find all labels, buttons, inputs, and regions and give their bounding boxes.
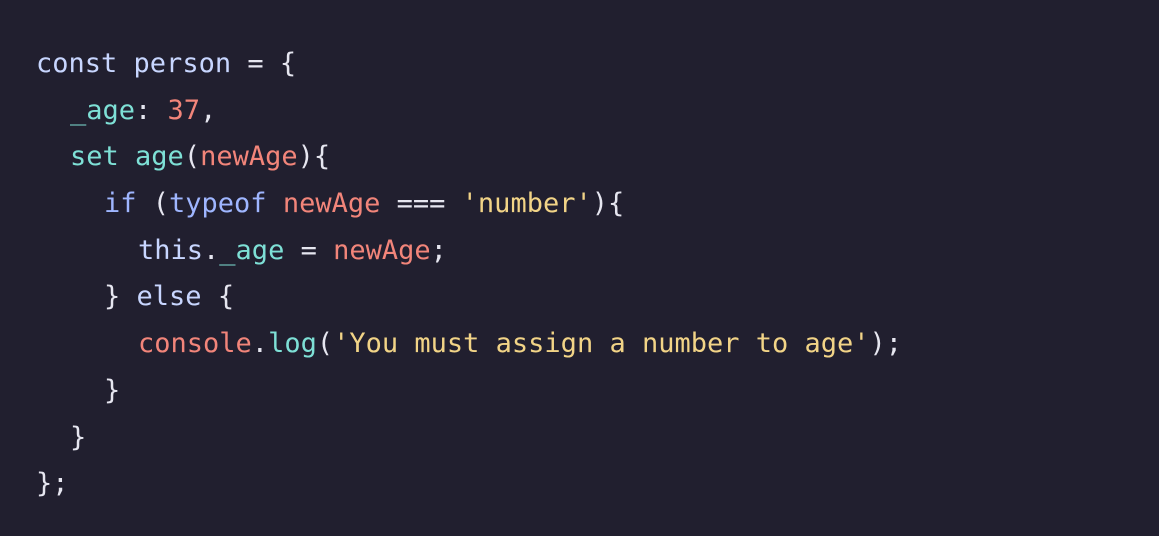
code-line-1: const person = {	[36, 41, 1159, 88]
semicolon: ;	[430, 234, 447, 266]
open-paren: (	[316, 328, 334, 360]
assigned-param: newAge	[333, 234, 431, 266]
this-keyword: this	[138, 234, 204, 266]
code-line-2: _age: 37,	[36, 88, 1159, 135]
code-line-6: } else {	[36, 274, 1159, 321]
open-brace: {	[217, 281, 235, 313]
const-keyword: const	[36, 48, 118, 79]
setter-name: age	[135, 141, 184, 173]
close-paren-brace: ){	[297, 141, 331, 173]
assign-operator: =	[231, 48, 280, 79]
open-paren: (	[136, 188, 170, 220]
if-keyword: if	[104, 188, 137, 220]
console-object: console	[138, 328, 252, 360]
number-string: 'number'	[461, 188, 592, 220]
open-paren: (	[183, 141, 201, 173]
typeof-keyword: typeof	[169, 188, 267, 220]
strict-equals: ===	[380, 188, 462, 220]
log-method: log	[268, 328, 317, 360]
error-message-string: 'You must assign a number to age'	[333, 328, 870, 360]
code-line-4: if (typeof newAge === 'number'){	[36, 181, 1159, 228]
code-line-10: };	[36, 461, 1159, 508]
setter-param: newAge	[200, 141, 298, 173]
code-line-9: }	[36, 415, 1159, 462]
typeof-operand: newAge	[282, 188, 381, 220]
close-paren-semicolon: );	[869, 328, 903, 360]
object-name: person	[133, 48, 232, 79]
comma: ,	[200, 94, 217, 126]
age-property: _age	[219, 234, 285, 266]
close-brace-semicolon: };	[36, 468, 69, 500]
code-line-8: }	[36, 368, 1159, 415]
set-keyword: set	[70, 141, 119, 173]
code-block: const person = { _age: 37, set age(newAg…	[0, 0, 1159, 536]
age-value: 37	[167, 94, 201, 126]
colon: :	[135, 94, 168, 126]
else-keyword: else	[136, 281, 202, 313]
assign-operator: =	[284, 234, 334, 266]
close-paren-brace: ){	[591, 188, 625, 220]
dot: .	[203, 234, 220, 266]
code-line-5: this._age = newAge;	[36, 228, 1159, 275]
close-brace: }	[104, 281, 121, 313]
dot: .	[251, 328, 269, 360]
close-brace: }	[104, 374, 121, 406]
close-brace: }	[70, 421, 87, 453]
code-line-7: console.log('You must assign a number to…	[36, 321, 1159, 368]
code-line-3: set age(newAge){	[36, 134, 1159, 181]
age-property: _age	[70, 94, 136, 126]
open-brace: {	[279, 48, 297, 79]
